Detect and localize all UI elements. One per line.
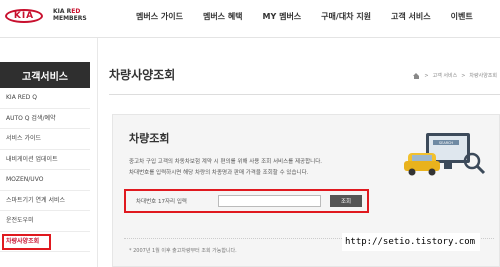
illustration-search-text: SEARCH [439, 141, 454, 145]
footnote: * 2007년 1월 이후 출고차량부터 조회 가능합니다. [129, 248, 237, 254]
vin-label: 차대번호 17자리 입력 [136, 199, 187, 205]
description-line-1: 중고차 구입 고객의 차동차보험 계약 시 편의를 위해 사용 조회 서비스를 … [129, 159, 323, 165]
car-search-illustration: SEARCH [404, 133, 486, 176]
car-body [404, 161, 440, 171]
sidebar-menu: KIA RED Q AUTO Q 검색/예약 서비스 가이드 내비게이션 업데이… [0, 88, 90, 252]
sidebar-item-service-guide[interactable]: 서비스 가이드 [0, 129, 90, 150]
sidebar-item-kia-red-q[interactable]: KIA RED Q [0, 88, 90, 109]
watermark: http://setio.tistory.com [342, 233, 480, 251]
monitor-stand [444, 163, 452, 169]
car-window [412, 155, 432, 161]
car-wheel-front [408, 168, 416, 176]
nav-item-my-members[interactable]: MY 멤버스 [263, 11, 302, 22]
breadcrumb-item-current: 차량사양조회 [469, 73, 497, 79]
header-divider [0, 37, 500, 38]
sidebar-divider [97, 38, 98, 267]
sidebar-item-mozen-uvo[interactable]: MOZEN/UVO [0, 170, 90, 191]
sidebar-item-driving-helper[interactable]: 운전도우미 [0, 211, 90, 232]
nav-item-benefits[interactable]: 멤버스 혜택 [203, 11, 243, 22]
sidebar-item-smart-device[interactable]: 스마트기기 연계 서비스 [0, 191, 90, 211]
nav-item-guide[interactable]: 멤버스 가이드 [136, 11, 183, 22]
sidebar-item-vehicle-spec[interactable]: 차량사양조회 [0, 232, 90, 252]
vin-input[interactable] [218, 195, 321, 207]
global-nav: 멤버스 가이드 멤버스 혜택 MY 멤버스 구매/대차 지원 고객 서비스 이벤… [136, 11, 473, 22]
kia-logo[interactable]: KIA [5, 9, 43, 23]
nav-item-event[interactable]: 이벤트 [451, 11, 473, 22]
members-logo-line1: KIA R [53, 8, 72, 15]
sidebar-item-navigation-update[interactable]: 내비게이션 업데이트 [0, 150, 90, 170]
vin-search-form: 차대번호 17자리 입력 조회 [124, 189, 369, 213]
header: KIA KIA RED MEMBERS 멤버스 가이드 멤버스 혜택 MY 멤버… [0, 0, 500, 36]
breadcrumb: > 고객 서비스 > 차량사양조회 [409, 72, 497, 79]
breadcrumb-item-customer-service[interactable]: 고객 서비스 [433, 72, 458, 79]
nav-item-purchase-support[interactable]: 구매/대차 지원 [321, 11, 371, 22]
magnifier-handle [475, 164, 486, 175]
breadcrumb-separator: > [424, 72, 429, 79]
title-divider [109, 94, 500, 95]
sidebar-item-auto-q[interactable]: AUTO Q 검색/예약 [0, 109, 90, 129]
description-line-2: 차대번호를 입력하시면 해당 차량의 차종명과 판매 가격을 조회할 수 있습니… [129, 170, 309, 176]
kia-red-members-logo[interactable]: KIA RED MEMBERS [53, 8, 87, 22]
members-logo-line2: MEMBERS [53, 15, 87, 22]
highlight-box [2, 233, 51, 250]
breadcrumb-separator: > [461, 72, 466, 79]
page-title: 차량사양조회 [109, 68, 176, 82]
home-icon[interactable] [413, 72, 420, 79]
kia-logo-text: KIA [13, 10, 35, 21]
car-wheel-rear [428, 168, 436, 176]
sidebar-title: 고객서비스 [0, 62, 90, 88]
search-button[interactable]: 조회 [330, 195, 362, 207]
panel-heading: 차량조회 [129, 132, 170, 145]
members-logo-line1-red: ED [71, 8, 81, 15]
nav-item-customer-service[interactable]: 고객 서비스 [391, 11, 431, 22]
